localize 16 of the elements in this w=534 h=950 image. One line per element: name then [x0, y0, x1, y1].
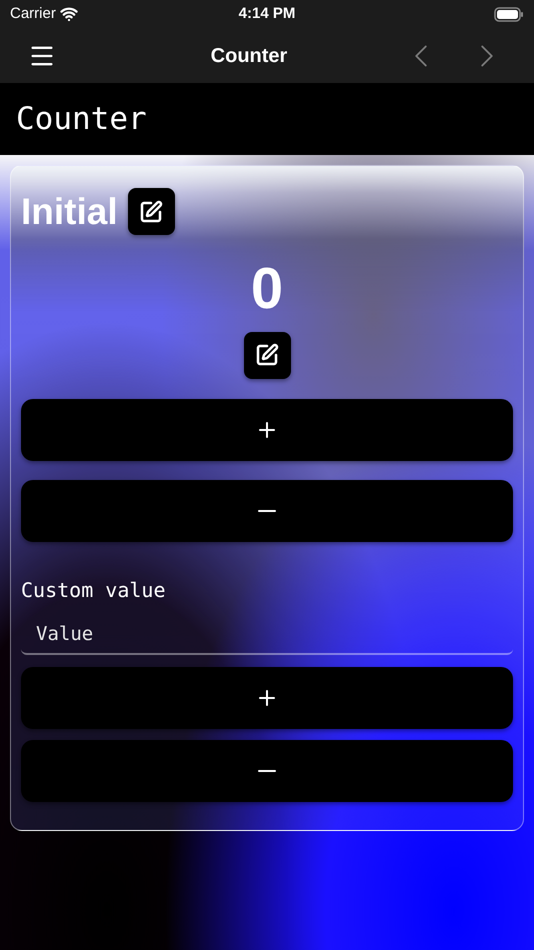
- status-time: 4:14 PM: [238, 4, 296, 24]
- battery-icon: [494, 6, 524, 22]
- carrier-label: Carrier: [10, 4, 56, 24]
- edit-button[interactable]: [128, 188, 175, 236]
- counter-value: 0: [250, 260, 284, 318]
- edit-icon: [255, 343, 279, 367]
- header-title: Counter: [16, 100, 147, 139]
- edit-icon: [139, 200, 164, 224]
- minus-icon: [258, 770, 276, 772]
- value-field[interactable]: Value: [21, 614, 513, 654]
- card-title: Initial: [21, 190, 118, 234]
- nav-title: Counter: [210, 44, 288, 68]
- edit-button[interactable]: [244, 332, 290, 378]
- minus-icon: [258, 510, 276, 512]
- custom-value-label: Custom value: [21, 576, 166, 604]
- wifi-icon: [60, 5, 78, 23]
